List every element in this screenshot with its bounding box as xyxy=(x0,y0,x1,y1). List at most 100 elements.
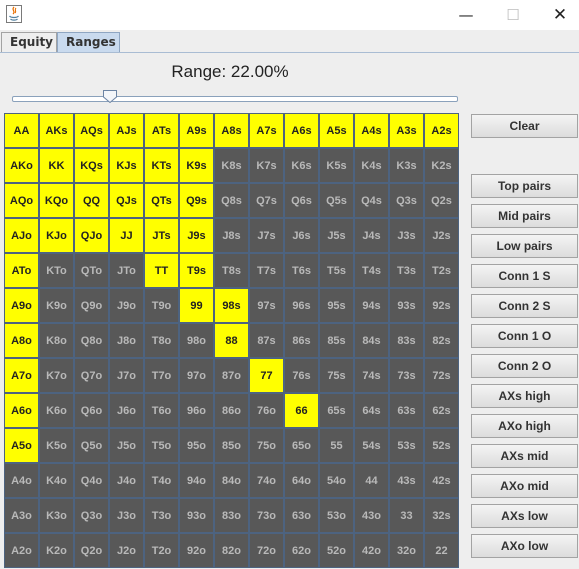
conn-2-o-button[interactable]: Conn 2 O xyxy=(471,354,578,378)
hand-cell[interactable]: K6o xyxy=(39,393,74,428)
hand-cell[interactable]: 52s xyxy=(424,428,459,463)
hand-cell[interactable]: 83o xyxy=(214,498,249,533)
hand-cell[interactable]: 95s xyxy=(319,288,354,323)
hand-cell[interactable]: 96s xyxy=(284,288,319,323)
hand-cell[interactable]: Q3s xyxy=(389,183,424,218)
hand-cell[interactable]: 77 xyxy=(249,358,284,393)
hand-cell[interactable]: AJs xyxy=(109,113,144,148)
hand-cell[interactable]: J2o xyxy=(109,533,144,568)
hand-cell[interactable]: A9s xyxy=(179,113,214,148)
hand-cell[interactable]: 93s xyxy=(389,288,424,323)
hand-cell[interactable]: J8o xyxy=(109,323,144,358)
axs-mid-button[interactable]: AXs mid xyxy=(471,444,578,468)
hand-cell[interactable]: 53o xyxy=(319,498,354,533)
hand-cell[interactable]: T7s xyxy=(249,253,284,288)
hand-cell[interactable]: Q7o xyxy=(74,358,109,393)
hand-cell[interactable]: 62o xyxy=(284,533,319,568)
hand-cell[interactable]: Q2s xyxy=(424,183,459,218)
hand-cell[interactable]: 75s xyxy=(319,358,354,393)
hand-cell[interactable]: T6o xyxy=(144,393,179,428)
hand-cell[interactable]: 43s xyxy=(389,463,424,498)
hand-cell[interactable]: 54o xyxy=(319,463,354,498)
axs-low-button[interactable]: AXs low xyxy=(471,504,578,528)
hand-cell[interactable]: T2o xyxy=(144,533,179,568)
hand-cell[interactable]: A2o xyxy=(4,533,39,568)
tab-ranges[interactable]: Ranges xyxy=(57,32,120,52)
hand-cell[interactable]: QQ xyxy=(74,183,109,218)
hand-cell[interactable]: 93o xyxy=(179,498,214,533)
hand-cell[interactable]: T3o xyxy=(144,498,179,533)
hand-cell[interactable]: A7o xyxy=(4,358,39,393)
conn-1-s-button[interactable]: Conn 1 S xyxy=(471,264,578,288)
hand-cell[interactable]: 86s xyxy=(284,323,319,358)
hand-cell[interactable]: 76o xyxy=(249,393,284,428)
hand-cell[interactable]: J5s xyxy=(319,218,354,253)
hand-cell[interactable]: K2s xyxy=(424,148,459,183)
hand-cell[interactable]: 74s xyxy=(354,358,389,393)
hand-cell[interactable]: 65o xyxy=(284,428,319,463)
hand-cell[interactable]: 98s xyxy=(214,288,249,323)
hand-cell[interactable]: AA xyxy=(4,113,39,148)
hand-cell[interactable]: 53s xyxy=(389,428,424,463)
hand-cell[interactable]: T8s xyxy=(214,253,249,288)
hand-cell[interactable]: Q9o xyxy=(74,288,109,323)
hand-cell[interactable]: 85s xyxy=(319,323,354,358)
hand-cell[interactable]: J7s xyxy=(249,218,284,253)
hand-cell[interactable]: K9o xyxy=(39,288,74,323)
hand-cell[interactable]: QJo xyxy=(74,218,109,253)
hand-cell[interactable]: 83s xyxy=(389,323,424,358)
range-slider-track[interactable] xyxy=(12,96,458,102)
hand-cell[interactable]: K2o xyxy=(39,533,74,568)
hand-cell[interactable]: 52o xyxy=(319,533,354,568)
hand-cell[interactable]: A4s xyxy=(354,113,389,148)
low-pairs-button[interactable]: Low pairs xyxy=(471,234,578,258)
hand-cell[interactable]: JTs xyxy=(144,218,179,253)
hand-cell[interactable]: AQo xyxy=(4,183,39,218)
close-button[interactable]: ✕ xyxy=(537,0,579,30)
hand-cell[interactable]: KQs xyxy=(74,148,109,183)
hand-cell[interactable]: T9s xyxy=(179,253,214,288)
hand-cell[interactable]: QJs xyxy=(109,183,144,218)
hand-cell[interactable]: JTo xyxy=(109,253,144,288)
hand-cell[interactable]: 97s xyxy=(249,288,284,323)
hand-cell[interactable]: J9s xyxy=(179,218,214,253)
hand-cell[interactable]: Q5o xyxy=(74,428,109,463)
hand-cell[interactable]: T8o xyxy=(144,323,179,358)
hand-cell[interactable]: K3o xyxy=(39,498,74,533)
hand-cell[interactable]: 76s xyxy=(284,358,319,393)
hand-cell[interactable]: A3s xyxy=(389,113,424,148)
hand-cell[interactable]: K7o xyxy=(39,358,74,393)
mid-pairs-button[interactable]: Mid pairs xyxy=(471,204,578,228)
hand-cell[interactable]: KQo xyxy=(39,183,74,218)
hand-cell[interactable]: J9o xyxy=(109,288,144,323)
hand-cell[interactable]: 62s xyxy=(424,393,459,428)
hand-cell[interactable]: A8s xyxy=(214,113,249,148)
top-pairs-button[interactable]: Top pairs xyxy=(471,174,578,198)
axo-low-button[interactable]: AXo low xyxy=(471,534,578,558)
hand-cell[interactable]: K4o xyxy=(39,463,74,498)
hand-cell[interactable]: 54s xyxy=(354,428,389,463)
hand-cell[interactable]: K8o xyxy=(39,323,74,358)
hand-cell[interactable]: T2s xyxy=(424,253,459,288)
hand-cell[interactable]: 64s xyxy=(354,393,389,428)
hand-cell[interactable]: AJo xyxy=(4,218,39,253)
hand-cell[interactable]: 64o xyxy=(284,463,319,498)
hand-cell[interactable]: ATo xyxy=(4,253,39,288)
hand-cell[interactable]: A3o xyxy=(4,498,39,533)
hand-cell[interactable]: J3o xyxy=(109,498,144,533)
hand-cell[interactable]: AKo xyxy=(4,148,39,183)
hand-cell[interactable]: 72s xyxy=(424,358,459,393)
hand-cell[interactable]: Q2o xyxy=(74,533,109,568)
hand-cell[interactable]: K5s xyxy=(319,148,354,183)
hand-cell[interactable]: 66 xyxy=(284,393,319,428)
tab-equity[interactable]: Equity xyxy=(1,32,57,52)
hand-cell[interactable]: ATs xyxy=(144,113,179,148)
hand-cell[interactable]: T5s xyxy=(319,253,354,288)
clear-button[interactable]: Clear xyxy=(471,114,578,138)
hand-cell[interactable]: Q3o xyxy=(74,498,109,533)
hand-cell[interactable]: T4o xyxy=(144,463,179,498)
hand-cell[interactable]: 72o xyxy=(249,533,284,568)
axo-mid-button[interactable]: AXo mid xyxy=(471,474,578,498)
axs-high-button[interactable]: AXs high xyxy=(471,384,578,408)
hand-cell[interactable]: A5o xyxy=(4,428,39,463)
